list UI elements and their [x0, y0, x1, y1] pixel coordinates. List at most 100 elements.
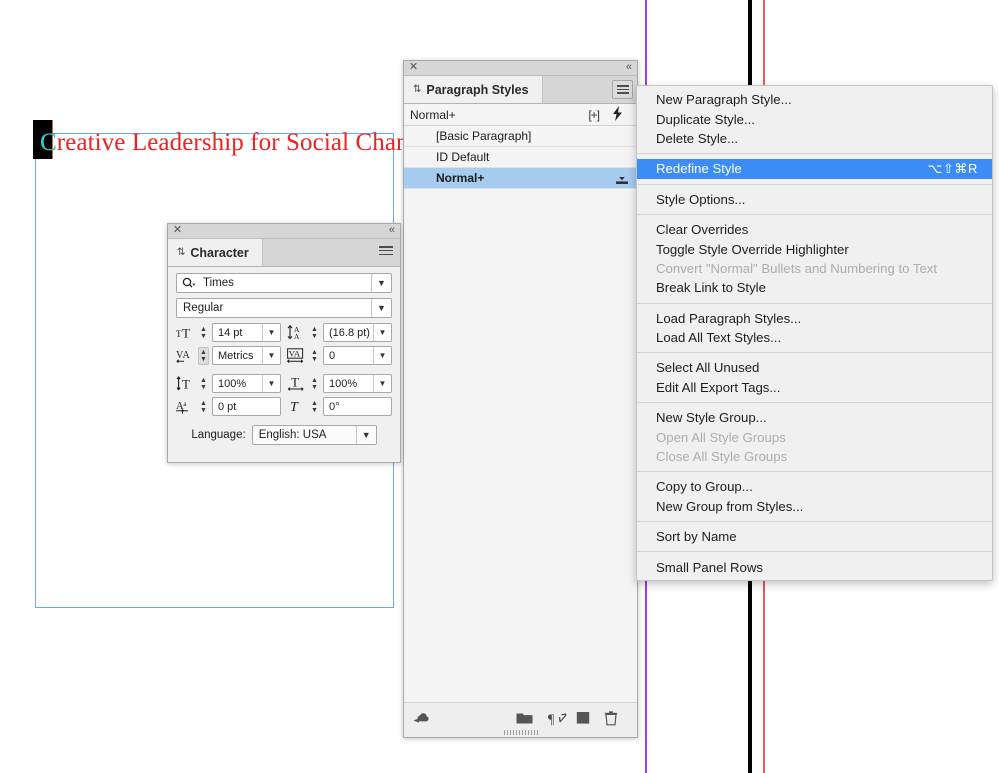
menu-item[interactable]: Toggle Style Override Highlighter [637, 239, 992, 258]
character-panel[interactable]: ✕ « ⇅ Character Times ▼ Regular ▼ T T ▲ … [167, 223, 401, 463]
language-select[interactable]: English: USA ▼ [251, 425, 377, 445]
leading-input[interactable]: (16.8 pt) ▼ [323, 323, 392, 342]
chevron-down-icon[interactable]: ▼ [373, 324, 391, 341]
menu-item[interactable]: Edit All Export Tags... [637, 378, 992, 397]
menu-item: Convert "Normal" Bullets and Numbering t… [637, 259, 992, 278]
leading-stepper[interactable]: ▲ ▼ [309, 323, 320, 342]
baseline-shift-control[interactable]: A a ▲ ▼ 0 pt [176, 397, 281, 416]
horizontal-scale-value: 100% [329, 377, 358, 390]
menu-item[interactable]: Small Panel Rows [637, 557, 992, 576]
delete-style-trash-icon[interactable] [604, 711, 622, 729]
collapse-panel-icon[interactable]: « [626, 61, 632, 74]
tab-grip-icon: ⇅ [177, 247, 186, 258]
vertical-scale-input[interactable]: 100% ▼ [212, 374, 281, 393]
font-size-stepper[interactable]: ▲ ▼ [198, 323, 209, 342]
tracking-input[interactable]: 0 ▼ [323, 346, 392, 365]
panel-resize-grip[interactable] [503, 730, 538, 735]
skew-input[interactable]: 0° [323, 397, 392, 416]
menu-item[interactable]: Load All Text Styles... [637, 328, 992, 347]
tab-paragraph-styles[interactable]: ⇅ Paragraph Styles [404, 76, 543, 103]
menu-separator [637, 521, 992, 523]
paragraph-style-list[interactable]: [Basic Paragraph] ID Default Normal+ [404, 126, 637, 189]
paragraph-style-list-empty-area[interactable] [404, 206, 637, 702]
close-icon[interactable]: ✕ [408, 62, 419, 73]
menu-item-label: New Style Group... [656, 410, 767, 426]
new-style-group-folder-icon[interactable] [516, 711, 534, 729]
menu-item[interactable]: Duplicate Style... [637, 109, 992, 128]
list-item[interactable]: ID Default [404, 147, 637, 168]
menu-item[interactable]: Clear Overrides [637, 220, 992, 239]
new-style-icon[interactable] [576, 711, 594, 729]
paragraph-styles-panel[interactable]: ✕ « ⇅ Paragraph Styles Normal+ [+] [Basi… [403, 60, 638, 738]
horizontal-scale-stepper[interactable]: ▲ ▼ [309, 374, 320, 393]
leading-control[interactable]: A A ▲ ▼ (16.8 pt) ▼ [287, 323, 392, 342]
lightning-bolt-icon[interactable] [612, 106, 623, 125]
list-item-selected[interactable]: Normal+ [404, 168, 637, 189]
menu-item-label: Delete Style... [656, 130, 739, 146]
horizontal-scale-input[interactable]: 100% ▼ [323, 374, 392, 393]
vertical-scale-control[interactable]: T ▲ ▼ 100% ▼ [176, 374, 281, 393]
chevron-down-icon[interactable]: ▼ [371, 299, 391, 317]
tracking-control[interactable]: VA ▲ ▼ 0 ▼ [287, 346, 392, 365]
menu-item[interactable]: Style Options... [637, 190, 992, 209]
font-family-field[interactable]: Times ▼ [176, 273, 392, 293]
tracking-stepper[interactable]: ▲ ▼ [309, 346, 320, 365]
list-item[interactable]: [Basic Paragraph] [404, 126, 637, 147]
svg-text:T: T [182, 326, 190, 340]
vertical-scale-stepper[interactable]: ▲ ▼ [198, 374, 209, 393]
menu-item-label: Duplicate Style... [656, 111, 755, 127]
kerning-icon: V A [176, 347, 195, 365]
chevron-down-icon[interactable]: ▼ [373, 375, 391, 392]
chevron-down-icon[interactable]: ▼ [355, 426, 376, 444]
menu-item: Close All Style Groups [637, 447, 992, 466]
menu-item[interactable]: Sort by Name [637, 527, 992, 546]
tracking-value: 0 [329, 349, 336, 362]
chevron-down-icon[interactable]: ▼ [262, 324, 280, 341]
size-leading-row: T T ▲ ▼ 14 pt ▼ A A ▲ ▼ (16.8 pt) ▼ [176, 323, 392, 342]
plus-icon[interactable]: [+] [588, 108, 600, 122]
menu-item[interactable]: Copy to Group... [637, 477, 992, 496]
menu-item[interactable]: Redefine Style ⌥⇧⌘R [637, 159, 992, 179]
font-style-field[interactable]: Regular ▼ [176, 298, 392, 318]
font-size-input[interactable]: 14 pt ▼ [212, 323, 281, 342]
import-style-disk-icon [615, 172, 629, 185]
baseline-shift-stepper[interactable]: ▲ ▼ [198, 397, 209, 416]
baseline-shift-input[interactable]: 0 pt [212, 397, 281, 416]
horizontal-scale-control[interactable]: T ▲ ▼ 100% ▼ [287, 374, 392, 393]
close-icon[interactable]: ✕ [172, 225, 183, 236]
clear-overrides-pilcrow-icon[interactable]: ¶ [548, 711, 567, 729]
kerning-tracking-row: V A ▲ ▼ Metrics ▼ VA ▲ ▼ 0 ▼ [176, 346, 392, 365]
menu-item[interactable]: Delete Style... [637, 129, 992, 148]
paragraph-styles-flyout-menu[interactable]: New Paragraph Style... Duplicate Style...… [636, 85, 993, 581]
chevron-down-icon[interactable]: ▼ [262, 375, 280, 392]
tab-character[interactable]: ⇅ Character [168, 239, 263, 266]
menu-item[interactable]: New Style Group... [637, 408, 992, 427]
kerning-input[interactable]: Metrics ▼ [212, 346, 281, 365]
panel-menu-icon[interactable] [612, 80, 633, 99]
skew-stepper[interactable]: ▲ ▼ [309, 397, 320, 416]
skew-control[interactable]: T ▲ ▼ 0° [287, 397, 392, 416]
paragraph-styles-footer: ¶ [404, 702, 637, 737]
cc-libraries-icon[interactable] [413, 711, 431, 729]
kerning-control[interactable]: V A ▲ ▼ Metrics ▼ [176, 346, 281, 365]
font-size-control[interactable]: T T ▲ ▼ 14 pt ▼ [176, 323, 281, 342]
font-search-icon [182, 277, 197, 289]
kerning-stepper[interactable]: ▲ ▼ [198, 346, 209, 365]
menu-item[interactable]: Select All Unused [637, 358, 992, 377]
menu-item-label: Break Link to Style [656, 280, 766, 296]
chevron-down-icon[interactable]: ▼ [371, 274, 391, 292]
paragraph-styles-titlebar: ✕ « [404, 61, 637, 76]
scale-row: T ▲ ▼ 100% ▼ T ▲ ▼ 100% ▼ [176, 374, 392, 393]
menu-item[interactable]: Load Paragraph Styles... [637, 309, 992, 328]
menu-item[interactable]: New Group from Styles... [637, 497, 992, 516]
panel-menu-icon[interactable] [379, 246, 393, 256]
paragraph-styles-tabrow: ⇅ Paragraph Styles [404, 76, 637, 104]
document-headline[interactable]: Creative Leadership for Social Change [40, 129, 432, 157]
menu-separator [637, 471, 992, 473]
menu-item[interactable]: New Paragraph Style... [637, 90, 992, 109]
menu-item[interactable]: Break Link to Style [637, 278, 992, 297]
menu-item-label: Sort by Name [656, 529, 737, 545]
collapse-panel-icon[interactable]: « [389, 224, 395, 237]
chevron-down-icon[interactable]: ▼ [262, 347, 280, 364]
chevron-down-icon[interactable]: ▼ [373, 347, 391, 364]
